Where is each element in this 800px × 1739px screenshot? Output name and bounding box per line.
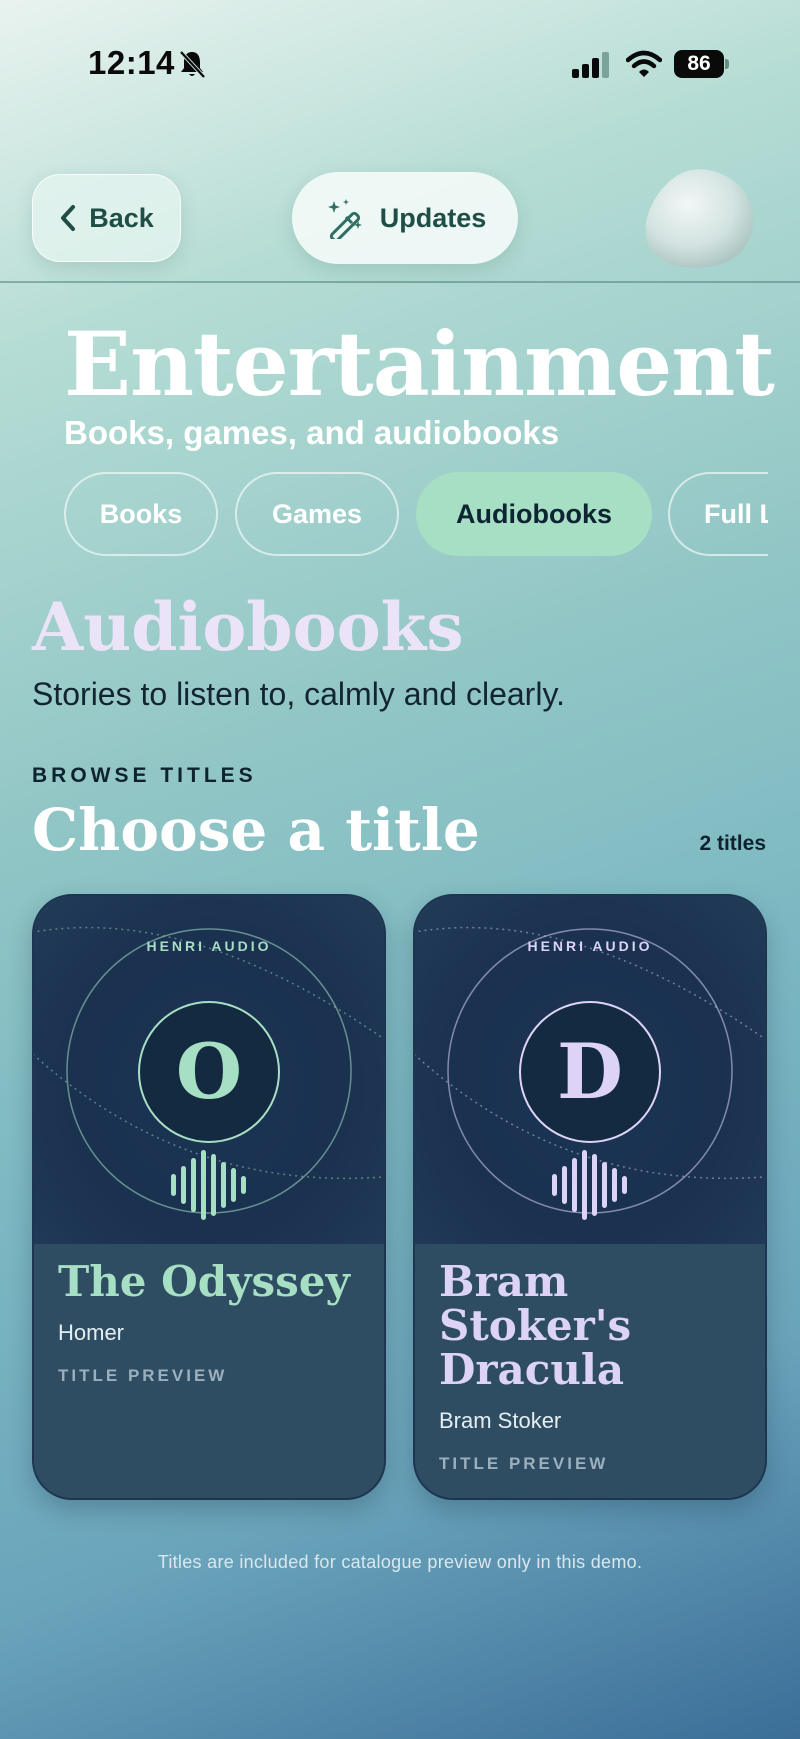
- browse-eyebrow: BROWSE TITLES: [32, 764, 257, 787]
- publisher-label: HENRI AUDIO: [527, 938, 653, 954]
- card-title: The Odyssey: [58, 1257, 350, 1306]
- cover-monogram: O: [175, 1027, 243, 1116]
- back-button[interactable]: Back: [32, 174, 181, 262]
- footnote: Titles are included for catalogue previe…: [157, 1552, 643, 1572]
- battery-level: 86: [674, 50, 724, 78]
- tab-audiobooks[interactable]: Audiobooks: [416, 472, 652, 556]
- sound-wave-icon: [552, 1150, 627, 1220]
- magic-wand-icon: [327, 199, 362, 239]
- cover-art: HENRI AUDIO D: [415, 896, 765, 1244]
- section-description: Stories to listen to, calmly and clearly…: [32, 676, 565, 712]
- cellular-signal-icon: [572, 52, 609, 78]
- page-title: Entertainment: [64, 312, 775, 416]
- sound-wave-icon: [171, 1150, 246, 1220]
- page-subtitle: Books, games, and audiobooks: [64, 414, 560, 451]
- card-title: Bram Stoker's Dracula: [439, 1257, 632, 1394]
- chevron-left-icon: [61, 205, 76, 231]
- title-card-odyssey[interactable]: HENRI AUDIO O The Odyssey Homer TITLE PR…: [32, 894, 386, 1500]
- header-divider: [0, 281, 800, 283]
- bell-slash-icon: [179, 50, 206, 79]
- pebble-avatar[interactable]: [640, 164, 758, 272]
- card-tag: TITLE PREVIEW: [58, 1366, 228, 1385]
- battery-icon: 86: [674, 50, 730, 78]
- tab-full-library[interactable]: Full L: [668, 472, 768, 556]
- title-count: 2 titles: [699, 832, 766, 855]
- tab-games[interactable]: Games: [235, 472, 399, 556]
- cover-monogram: D: [557, 1027, 623, 1116]
- title-card-dracula[interactable]: HENRI AUDIO D Bram Stoker's Dracula Bram…: [413, 894, 767, 1500]
- publisher-label: HENRI AUDIO: [146, 938, 272, 954]
- section-title: Audiobooks: [32, 588, 464, 666]
- cover-art: HENRI AUDIO O: [34, 896, 384, 1244]
- status-bar: 12:14 86: [0, 0, 800, 130]
- wifi-icon: [626, 50, 662, 77]
- status-time: 12:14: [88, 44, 175, 81]
- category-tabs: Books Games Audiobooks Full L: [64, 470, 768, 558]
- browse-title: Choose a title: [32, 796, 480, 864]
- tab-books[interactable]: Books: [64, 472, 218, 556]
- updates-button[interactable]: Updates: [292, 172, 518, 264]
- card-tag: TITLE PREVIEW: [439, 1454, 609, 1473]
- updates-button-label: Updates: [379, 202, 487, 233]
- card-author: Bram Stoker: [439, 1408, 562, 1433]
- card-author: Homer: [58, 1320, 125, 1345]
- back-button-label: Back: [89, 202, 154, 233]
